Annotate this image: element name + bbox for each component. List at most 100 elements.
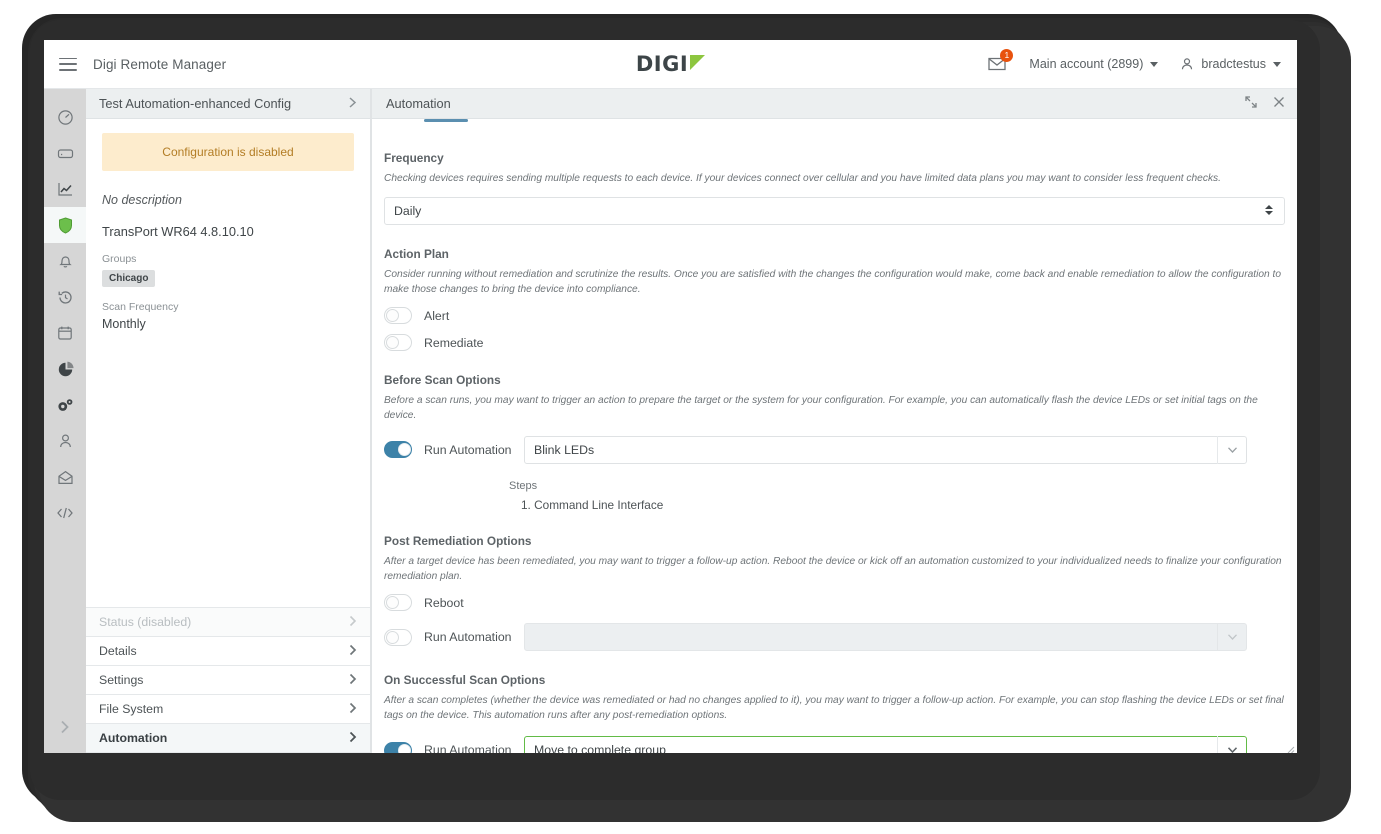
alert-toggle[interactable] bbox=[384, 307, 412, 325]
automation-panel-header: Automation bbox=[372, 89, 1297, 119]
accordion-item-details[interactable]: Details bbox=[86, 637, 370, 666]
post-remediation-run-automation-toggle[interactable] bbox=[384, 628, 412, 646]
logo-text: DIGI bbox=[635, 51, 689, 76]
group-tag: Chicago bbox=[102, 270, 156, 287]
config-description: No description bbox=[102, 193, 182, 207]
section-description: After a scan completes (whether the devi… bbox=[384, 695, 1284, 722]
toggle-label: Reboot bbox=[424, 595, 464, 610]
expand-arrows-icon[interactable] bbox=[1245, 95, 1257, 113]
steps-label: Steps bbox=[509, 479, 538, 492]
section-title: Post Remediation Options bbox=[384, 533, 532, 548]
accordion-label: Details bbox=[99, 644, 137, 658]
toggle-row-alert: Alert bbox=[384, 307, 1285, 325]
chevron-down-icon[interactable] bbox=[1217, 435, 1247, 464]
section-description: Consider running without remediation and… bbox=[384, 268, 1282, 295]
section-description: After a target device has been remediate… bbox=[384, 555, 1282, 582]
chevron-right-icon bbox=[348, 702, 358, 717]
section-on-successful-scan: On Successful Scan Options After a scan … bbox=[384, 673, 1285, 753]
frequency-select[interactable]: Daily bbox=[384, 196, 1285, 225]
shield-icon bbox=[58, 216, 72, 234]
accordion-item-file-system[interactable]: File System bbox=[86, 695, 370, 724]
close-icon[interactable] bbox=[1273, 95, 1285, 113]
on-success-automation-row: Run Automation Move to complete group bbox=[384, 736, 1285, 753]
sidebar-item-history[interactable] bbox=[44, 279, 86, 315]
automation-panel-content: Frequency Checking devices requires send… bbox=[372, 119, 1297, 753]
top-bar-right: 1 Main account (2899) bradctestus bbox=[987, 49, 1297, 73]
before-scan-automation-row: Run Automation Blink LEDs bbox=[384, 435, 1285, 464]
config-device-model: TransPort WR64 4.8.10.10 bbox=[102, 224, 254, 239]
sidebar-item-users[interactable] bbox=[44, 423, 86, 459]
user-icon bbox=[1182, 58, 1193, 70]
chevron-down-icon[interactable] bbox=[1217, 736, 1247, 753]
section-post-remediation: Post Remediation Options After a target … bbox=[384, 534, 1285, 652]
groups-label: Groups bbox=[102, 253, 137, 265]
resize-handle[interactable] bbox=[1285, 741, 1295, 753]
accordion-item-status: Status (disabled) bbox=[86, 608, 370, 637]
stepper-icon[interactable] bbox=[1265, 204, 1273, 215]
sidebar-item-reports[interactable] bbox=[44, 351, 86, 387]
remediate-toggle[interactable] bbox=[384, 334, 412, 352]
on-success-run-automation-toggle[interactable] bbox=[384, 741, 412, 753]
account-selector[interactable]: Main account (2899) bbox=[1029, 57, 1159, 71]
section-description: Checking devices requires sending multip… bbox=[384, 173, 1221, 184]
logo-triangle-icon bbox=[690, 54, 706, 70]
automation-panel: Automation Frequency Checking devices re… bbox=[371, 89, 1297, 753]
scan-frequency-value: Monthly bbox=[102, 317, 146, 331]
user-menu[interactable]: bradctestus bbox=[1180, 57, 1281, 71]
reboot-toggle[interactable] bbox=[384, 594, 412, 612]
sidebar-item-analytics[interactable] bbox=[44, 171, 86, 207]
section-title: Action Plan bbox=[384, 246, 449, 261]
post-remediation-automation-select bbox=[524, 623, 1247, 652]
section-before-scan: Before Scan Options Before a scan runs, … bbox=[384, 373, 1285, 512]
config-left-panel: Test Automation-enhanced Config Configur… bbox=[86, 89, 371, 753]
code-icon bbox=[57, 507, 73, 519]
accordion-item-settings[interactable]: Settings bbox=[86, 666, 370, 695]
chevron-down-icon bbox=[1217, 623, 1247, 652]
left-icon-rail bbox=[44, 89, 86, 753]
envelope-open-icon bbox=[57, 470, 73, 484]
gears-icon bbox=[58, 398, 73, 411]
mail-badge: 1 bbox=[1000, 49, 1014, 62]
envelope-icon[interactable]: 1 bbox=[987, 49, 1014, 73]
section-frequency: Frequency Checking devices requires send… bbox=[384, 151, 1285, 225]
hamburger-icon[interactable] bbox=[59, 57, 77, 71]
sidebar-item-configuration[interactable] bbox=[44, 387, 86, 423]
sidebar-item-security[interactable] bbox=[44, 207, 86, 243]
toggle-row-remediate: Remediate bbox=[384, 334, 1285, 352]
before-scan-automation-select[interactable]: Blink LEDs bbox=[524, 435, 1247, 464]
sidebar-item-alerts[interactable] bbox=[44, 243, 86, 279]
section-title: Frequency bbox=[384, 151, 444, 165]
dashboard-gauge-icon bbox=[57, 109, 73, 125]
on-success-automation-select[interactable]: Move to complete group bbox=[524, 736, 1247, 753]
pie-chart-icon bbox=[58, 361, 73, 376]
sidebar-item-devices[interactable] bbox=[44, 135, 86, 171]
top-bar: Digi Remote Manager DIGI 1 Main account … bbox=[44, 40, 1297, 89]
before-scan-run-automation-toggle[interactable] bbox=[384, 441, 412, 459]
chevron-right-icon[interactable] bbox=[347, 96, 358, 111]
config-panel-header[interactable]: Test Automation-enhanced Config bbox=[86, 89, 370, 119]
chevron-right-icon bbox=[61, 720, 69, 734]
sidebar-item-schedules[interactable] bbox=[44, 315, 86, 351]
scan-frequency-label: Scan Frequency bbox=[102, 301, 179, 313]
config-title: Test Automation-enhanced Config bbox=[99, 96, 292, 111]
toggle-label: Run Automation bbox=[424, 630, 512, 645]
bell-icon bbox=[58, 255, 72, 267]
sidebar-item-dashboard[interactable] bbox=[44, 99, 86, 135]
user-label: bradctestus bbox=[1201, 57, 1266, 71]
section-description: Before a scan runs, you may want to trig… bbox=[384, 395, 1258, 422]
accordion-label: File System bbox=[99, 702, 164, 716]
chevron-right-icon bbox=[348, 731, 358, 746]
config-disabled-alert: Configuration is disabled bbox=[102, 133, 354, 171]
accordion-label: Automation bbox=[99, 731, 168, 745]
accordion-label: Status (disabled) bbox=[99, 615, 192, 629]
rail-expand-button[interactable] bbox=[44, 709, 86, 745]
toggle-label: Alert bbox=[424, 308, 450, 323]
calendar-icon bbox=[58, 326, 72, 340]
sidebar-item-api[interactable] bbox=[44, 495, 86, 531]
accordion-item-automation[interactable]: Automation bbox=[86, 724, 370, 753]
section-title: On Successful Scan Options bbox=[384, 673, 546, 688]
step-item: 1. Command Line Interface bbox=[521, 497, 664, 512]
automation-panel-title: Automation bbox=[386, 96, 451, 111]
sidebar-item-messages[interactable] bbox=[44, 459, 86, 495]
app-window: Digi Remote Manager DIGI 1 Main account … bbox=[44, 40, 1297, 753]
